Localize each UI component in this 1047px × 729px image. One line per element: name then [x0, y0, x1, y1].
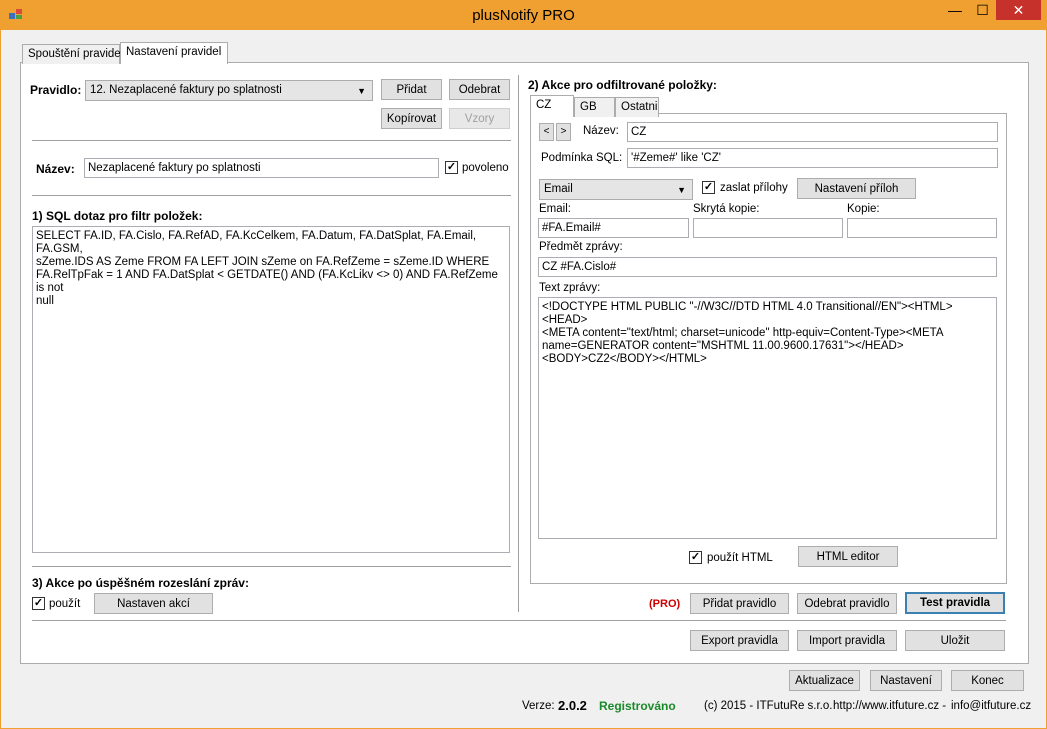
sql-query-textarea[interactable]: SELECT FA.ID, FA.Cislo, FA.RefAD, FA.KcC…	[32, 226, 510, 553]
rule-select-value: 12. Nezaplacené faktury po splatnosti	[90, 84, 282, 96]
version-number: 2.0.2	[558, 698, 587, 713]
after-send-use-checkbox[interactable]: ✓	[32, 597, 45, 610]
add-rule-button[interactable]: Přidat pravidlo	[690, 593, 789, 614]
channel-select-value: Email	[544, 183, 573, 195]
name-label: Název:	[36, 162, 75, 176]
update-button[interactable]: Aktualizace	[789, 670, 860, 691]
copyright: (c) 2015 - ITFutuRe s.r.o.	[704, 700, 833, 712]
registered-status: Registrováno	[599, 699, 676, 713]
sql-heading: 1) SQL dotaz pro filtr položek:	[32, 209, 203, 223]
rule-select[interactable]: 12. Nezaplacené faktury po splatnosti ▼	[85, 80, 373, 101]
bcc-label: Skrytá kopie:	[693, 203, 760, 215]
action-name-input[interactable]: CZ	[627, 122, 998, 142]
save-button[interactable]: Uložit	[905, 630, 1005, 651]
test-rule-button[interactable]: Test pravidla	[905, 592, 1005, 614]
version-label: Verze:	[522, 700, 555, 712]
tab-gb[interactable]: GB	[574, 97, 615, 117]
attach-label: zaslat přílohy	[720, 182, 788, 194]
html-editor-button[interactable]: HTML editor	[798, 546, 898, 567]
use-html-checkbox[interactable]: ✓	[689, 551, 702, 564]
bcc-input[interactable]	[693, 218, 843, 238]
after-send-use-label: použít	[49, 598, 81, 610]
chevron-down-icon: ▼	[357, 86, 366, 96]
email-label: Email:	[539, 203, 571, 215]
templates-button[interactable]: Vzory	[449, 108, 510, 129]
minimize-button[interactable]: —	[941, 0, 969, 20]
pro-badge: (PRO)	[649, 598, 681, 610]
divider	[32, 195, 511, 197]
enabled-label: povoleno	[462, 162, 509, 174]
email-link[interactable]: info@itfuture.cz	[951, 700, 1031, 712]
actions-heading: 2) Akce pro odfiltrované položky:	[528, 78, 717, 92]
after-send-heading: 3) Akce po úspěšném rozeslání zpráv:	[32, 576, 249, 590]
subject-label: Předmět zprávy:	[539, 241, 623, 253]
action-name-label: Název:	[583, 125, 619, 137]
body-textarea[interactable]: <!DOCTYPE HTML PUBLIC "-//W3C//DTD HTML …	[538, 297, 997, 539]
tab-rule-settings[interactable]: Nastavení pravidel	[120, 42, 228, 64]
next-button[interactable]: >	[556, 123, 571, 141]
cc-input[interactable]	[847, 218, 997, 238]
subject-input[interactable]: CZ #FA.Cislo#	[538, 257, 997, 277]
name-input[interactable]: Nezaplacené faktury po splatnosti	[84, 158, 439, 178]
attachment-settings-button[interactable]: Nastavení příloh	[797, 178, 916, 199]
divider	[32, 620, 1006, 622]
attach-checkbox[interactable]: ✓	[702, 181, 715, 194]
website-link[interactable]: http://www.itfuture.cz -	[833, 700, 946, 712]
window-title: plusNotify PRO	[472, 7, 575, 24]
chevron-down-icon: ▼	[677, 185, 686, 195]
cc-label: Kopie:	[847, 203, 880, 215]
maximize-button[interactable]: ☐	[969, 0, 996, 20]
prev-button[interactable]: <	[539, 123, 554, 141]
divider	[32, 566, 511, 568]
copy-button[interactable]: Kopírovat	[381, 108, 442, 129]
import-rule-button[interactable]: Import pravidla	[797, 630, 897, 651]
condition-label: Podmínka SQL:	[541, 152, 623, 164]
channel-select[interactable]: Email ▼	[539, 179, 693, 200]
export-rule-button[interactable]: Export pravidla	[690, 630, 789, 651]
exit-button[interactable]: Konec	[951, 670, 1024, 691]
use-html-label: použít HTML	[707, 552, 773, 564]
tab-ostatni[interactable]: Ostatni	[615, 97, 659, 117]
tab-run-rules[interactable]: Spouštění pravidel	[22, 44, 123, 64]
vertical-divider	[518, 75, 520, 612]
body-label: Text zprávy:	[539, 282, 601, 294]
add-button[interactable]: Přidat	[381, 79, 442, 100]
close-button[interactable]: ✕	[996, 0, 1041, 20]
email-input[interactable]: #FA.Email#	[538, 218, 689, 238]
remove-rule-button[interactable]: Odebrat pravidlo	[797, 593, 897, 614]
divider	[32, 140, 511, 142]
settings-button[interactable]: Nastavení	[870, 670, 942, 691]
tab-cz[interactable]: CZ	[530, 95, 574, 117]
condition-input[interactable]: '#Zeme#' like 'CZ'	[627, 148, 998, 168]
enabled-checkbox[interactable]: ✓	[445, 161, 458, 174]
remove-button[interactable]: Odebrat	[449, 79, 510, 100]
action-settings-button[interactable]: Nastaven akcí	[94, 593, 213, 614]
rule-label: Pravidlo:	[30, 83, 82, 97]
